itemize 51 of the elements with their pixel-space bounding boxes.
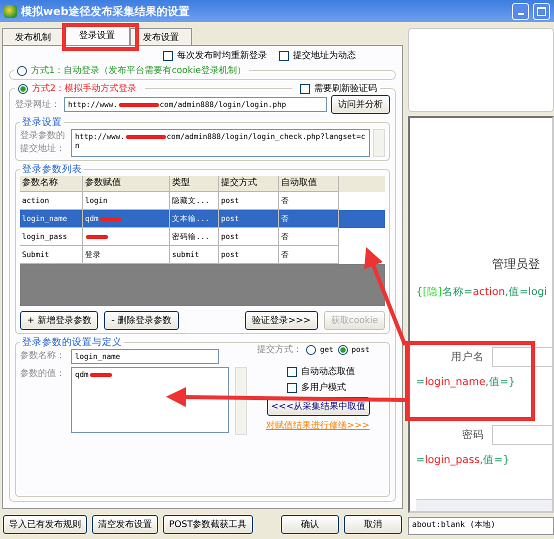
group-title: 登录参数列表 — [21, 163, 83, 176]
action-button[interactable]: + 新增登录参数 — [20, 311, 98, 330]
app-icon — [4, 4, 17, 18]
scrollbar[interactable] — [235, 367, 247, 435]
checkbox-icon[interactable] — [300, 84, 310, 94]
group-title: 登录设置 — [21, 116, 63, 129]
field-label: 提交方式： — [257, 344, 302, 356]
field-tag: {[隐]名称=action,值=logi — [416, 285, 552, 299]
field-label: 密码 — [461, 428, 484, 442]
group-title: 登录参数的设置与定义 — [21, 336, 123, 349]
page-heading: 管理员登 — [491, 256, 541, 273]
visit-button[interactable]: 访问并分析 — [331, 95, 390, 114]
checkbox-label: 自动动态取值 — [301, 366, 355, 378]
checkbox-icon[interactable] — [163, 50, 173, 60]
field-label: 参数名称： — [20, 350, 65, 362]
radio-button[interactable] — [18, 84, 28, 94]
checkbox-label: 每次发布时均重新登录 — [177, 50, 267, 62]
status-bar: about:blank (本地) — [408, 517, 554, 535]
tab[interactable]: 发布机制 — [2, 28, 64, 45]
footer-button[interactable]: 清空发布设置 — [92, 514, 158, 534]
text-field[interactable] — [492, 425, 552, 445]
text-field[interactable] — [492, 347, 552, 367]
checkbox-icon[interactable] — [287, 382, 297, 392]
scrollbar[interactable] — [373, 129, 385, 157]
checkbox-icon[interactable] — [287, 366, 297, 376]
radio-button[interactable] — [17, 66, 27, 76]
radio-button[interactable] — [306, 344, 316, 354]
horizontal-scrollbar[interactable] — [416, 499, 552, 511]
checkbox-icon[interactable] — [279, 50, 289, 60]
radio-button[interactable] — [338, 344, 348, 354]
window-title: 模拟web途径发布采集结果的设置 — [21, 4, 190, 18]
footer-button[interactable]: 取消 — [344, 514, 402, 534]
action-button[interactable]: - 删除登录参数 — [104, 311, 179, 330]
footer-button[interactable]: 确认 — [281, 514, 339, 534]
minimize-icon[interactable] — [512, 2, 529, 20]
checkbox-label: 需要刷新验证码 — [314, 82, 377, 95]
field-label: 参数的值： — [20, 368, 65, 380]
tab[interactable]: 发布设置 — [130, 28, 192, 45]
field-tag: =login_pass,值=} — [416, 453, 552, 467]
field-tag: =login_name,值=} — [416, 375, 552, 389]
radio-label: 方式1：自动登录（发布平台需要有cookie登录机制） — [31, 64, 246, 77]
maximize-icon[interactable] — [533, 2, 550, 20]
checkbox-label: 多用户模式 — [301, 382, 346, 394]
field-label: 用户名 — [450, 350, 484, 364]
field-label: 登录网址： — [15, 98, 60, 111]
action-button[interactable]: 验证登录>>> — [245, 311, 318, 330]
footer-button[interactable]: POST参数截获工具 — [163, 514, 253, 534]
radio-label: 方式2：模拟手动方式登录 — [32, 82, 137, 95]
field-label: 登录参数的提交地址： — [20, 130, 66, 155]
checkbox-label: 提交地址为动态 — [293, 50, 356, 62]
footer-button[interactable]: 导入已有发布规则 — [3, 514, 87, 534]
